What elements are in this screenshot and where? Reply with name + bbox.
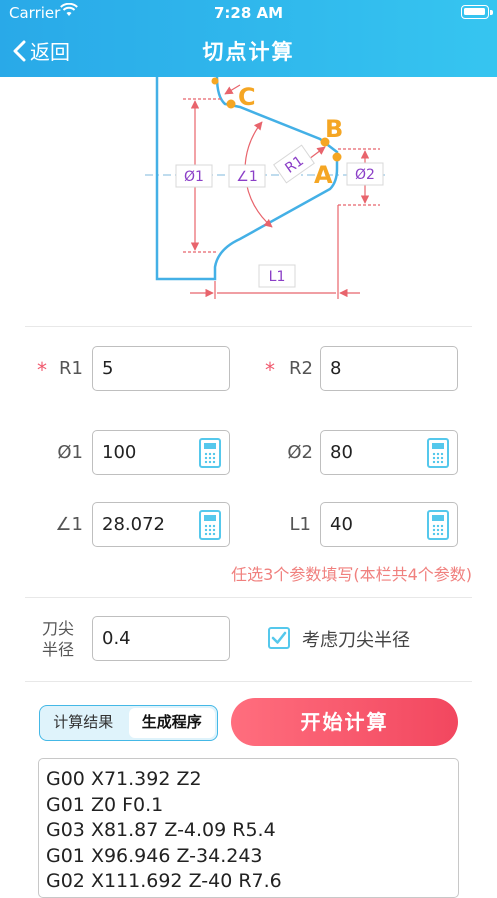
required-star: * — [37, 358, 47, 382]
consider-tip-checkbox[interactable] — [268, 627, 290, 649]
tab-generate-program[interactable]: 生成程序 — [128, 708, 215, 738]
l1-dim-label: L1 — [269, 269, 286, 285]
r2-input[interactable]: 8 — [320, 346, 458, 391]
calculator-icon[interactable] — [427, 438, 449, 468]
required-star: * — [265, 358, 275, 382]
phi2-value: 80 — [330, 442, 353, 463]
r2-label: R2 — [289, 358, 313, 379]
result-mode-toggle: 计算结果 生成程序 — [39, 705, 218, 741]
consider-tip-label[interactable]: 考虑刀尖半径 — [302, 626, 410, 652]
angle1-input[interactable]: 28.072 — [92, 502, 230, 547]
status-bar: Carrier 7:28 AM — [0, 0, 497, 26]
divider — [25, 681, 472, 682]
tab-calc-result[interactable]: 计算结果 — [40, 706, 127, 740]
phi2-input[interactable]: 80 — [320, 430, 458, 475]
phi1-input[interactable]: 100 — [92, 430, 230, 475]
start-calc-button[interactable]: 开始计算 — [231, 698, 458, 746]
r1-label: R1 — [59, 358, 83, 379]
phi1-label: Ø1 — [57, 442, 83, 463]
phi1-value: 100 — [102, 442, 137, 463]
angle1-label: ∠1 — [55, 514, 83, 535]
divider — [25, 597, 472, 598]
nav-bar: 返回 切点计算 — [0, 26, 497, 77]
point-c-label: C — [238, 83, 256, 111]
r1-input[interactable]: 5 — [92, 346, 230, 391]
calculator-icon[interactable] — [199, 438, 221, 468]
program-line: G03 X81.87 Z-4.09 R5.4 — [46, 819, 276, 841]
status-time: 7:28 AM — [213, 4, 284, 22]
program-line: G02 X111.692 Z-40 R7.6 — [46, 870, 282, 892]
part-diagram: Ø1 ∠1 Ø2 L1 R1 D C B A — [145, 77, 385, 299]
l1-value: 40 — [330, 514, 353, 535]
param-hint: 任选3个参数填写(本栏共4个参数) — [231, 565, 472, 584]
program-line: G01 X96.946 Z-34.243 — [46, 844, 263, 867]
program-line: G00 X71.392 Z2 — [46, 768, 202, 790]
phi1-dim-label: Ø1 — [184, 169, 204, 185]
calculator-icon[interactable] — [427, 510, 449, 540]
tip-radius-label: 刀尖 半径 — [37, 618, 79, 660]
angle1-value: 28.072 — [102, 514, 165, 535]
point-a-label: A — [314, 161, 333, 189]
calculator-icon[interactable] — [199, 510, 221, 540]
battery-icon — [461, 5, 493, 19]
tip-radius-label-line2: 半径 — [41, 640, 74, 659]
program-line: G01 Z0 F0.1 — [46, 793, 164, 816]
point-d-label: D — [194, 77, 214, 83]
checkmark-icon — [271, 631, 287, 644]
phi2-dim-label: Ø2 — [355, 167, 375, 183]
tip-radius-input[interactable]: 0.4 — [92, 616, 230, 661]
l1-input[interactable]: 40 — [320, 502, 458, 547]
program-output[interactable]: G00 X71.392 Z2 G01 Z0 F0.1 G03 X81.87 Z-… — [38, 758, 459, 898]
tip-radius-label-line1: 刀尖 — [41, 619, 74, 638]
point-b-label: B — [325, 115, 343, 143]
page-title: 切点计算 — [202, 40, 295, 64]
divider — [25, 326, 472, 327]
l1-label: L1 — [289, 514, 311, 535]
phi2-label: Ø2 — [287, 442, 313, 463]
angle1-dim-label: ∠1 — [236, 169, 257, 185]
app-header: Carrier 7:28 AM 返回 切点计算 — [0, 0, 497, 77]
